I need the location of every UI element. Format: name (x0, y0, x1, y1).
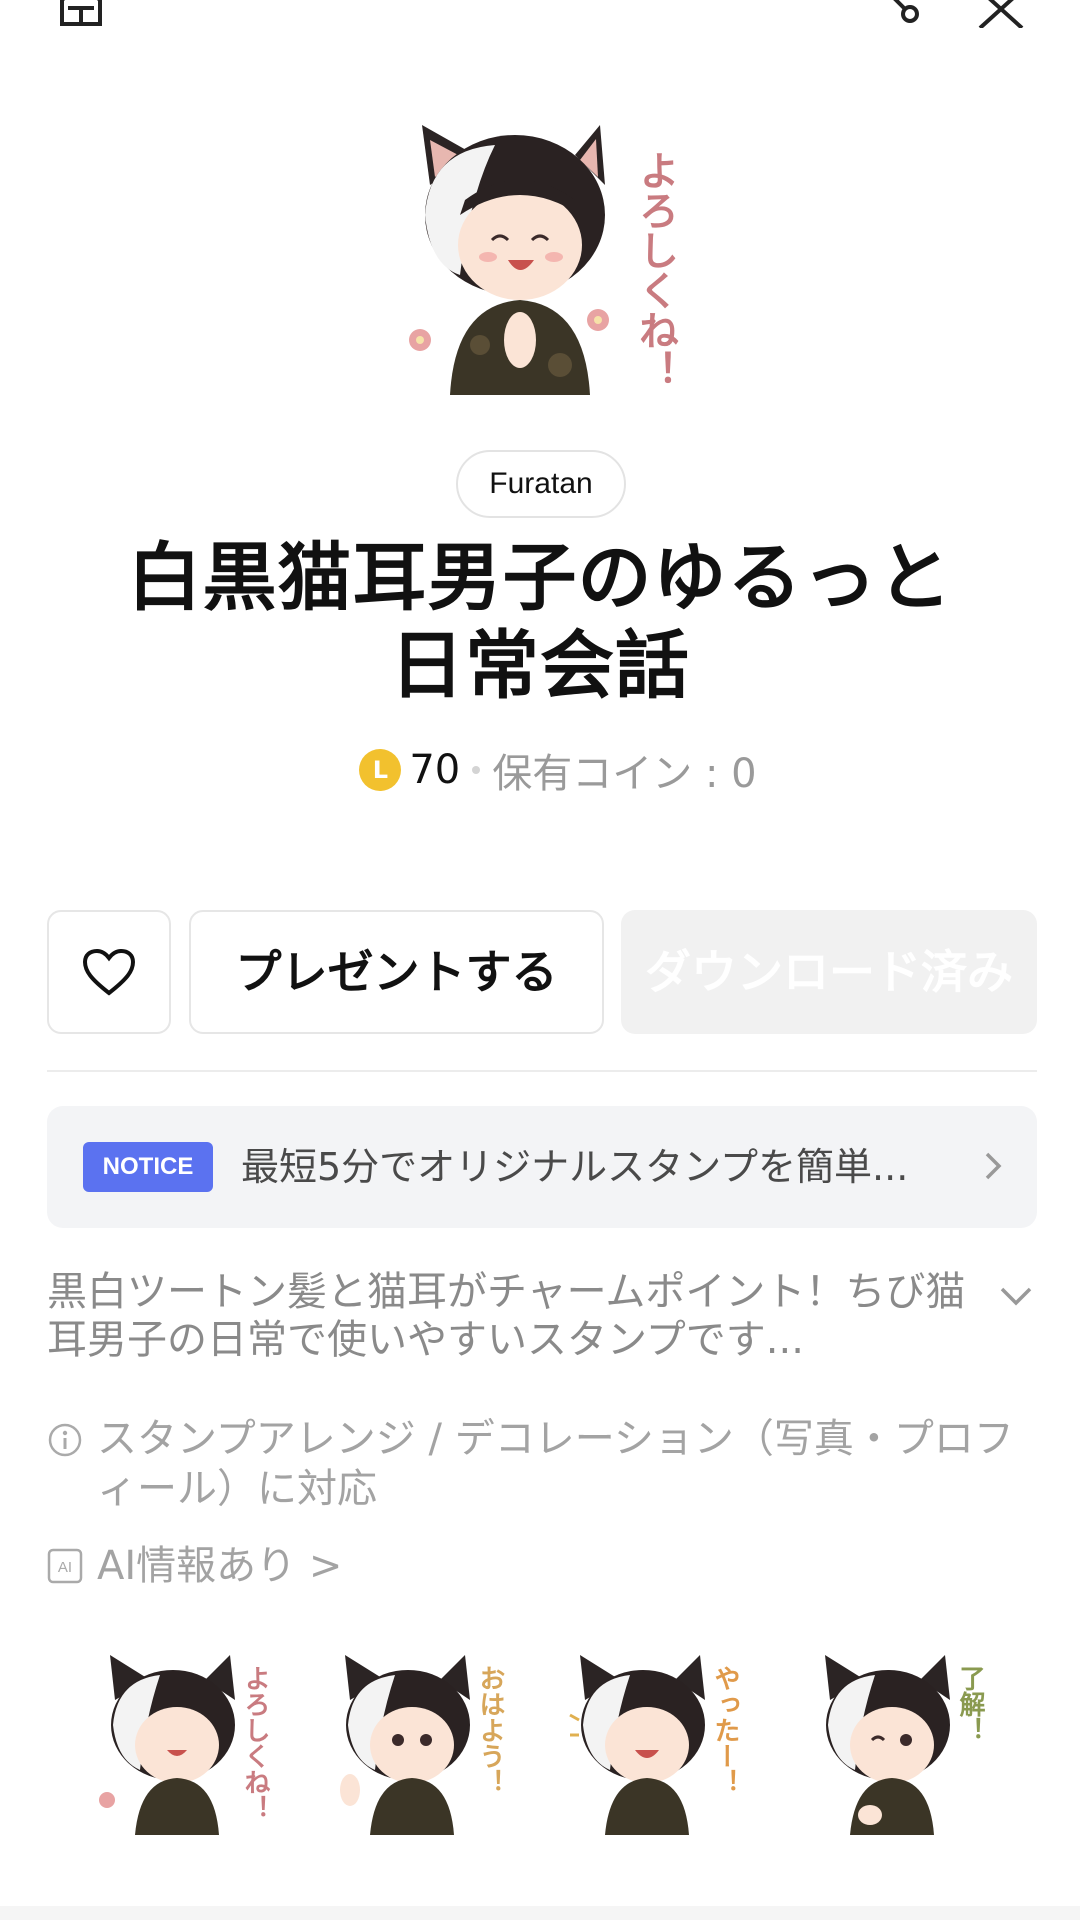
price-value: 70 (409, 747, 461, 793)
owned-coins: 保有コイン : 0 (492, 751, 757, 797)
arrange-info-text: スタンプアレンジ / デコレーション（写真・プロフィール）に対応 (97, 1416, 1014, 1512)
notice-badge: NOTICE (83, 1142, 213, 1192)
author-button[interactable]: Furatan (456, 450, 626, 518)
ai-info-link[interactable]: AI AI情報あり > (47, 1540, 647, 1592)
sticker-caption: よろしくね！ (240, 1665, 270, 1821)
download-button[interactable]: ダウンロード済み (621, 910, 1037, 1034)
action-buttons: プレゼントする ダウンロード済み (47, 910, 1037, 1034)
ai-icon: AI (47, 1548, 83, 1584)
sticker-caption: やったー！ (710, 1665, 740, 1795)
top-bar (0, 0, 1080, 60)
main-sticker-image: よろしくね！ (409, 125, 678, 395)
sticker-caption: 了解！ (955, 1665, 985, 1743)
main-sticker-caption: よろしくね！ (632, 150, 678, 390)
sticker-title: 白黒猫耳男子のゆるっと日常会話 (127, 535, 953, 709)
chevron-down-icon[interactable] (996, 1276, 1036, 1316)
ai-info-text: AI情報あり > (97, 1543, 343, 1589)
sticker-thumb[interactable]: よろしくね！ (95, 1640, 285, 1840)
separator-dot (472, 766, 481, 774)
sticker-description: 黒白ツートン髪と猫耳がチャームポイント！ちび猫耳男子の日常で使いやすいスタンプで… (47, 1269, 966, 1363)
ai-icon-label: AI (58, 1559, 72, 1576)
coin-icon: L (359, 749, 402, 791)
home-icon[interactable] (56, 0, 106, 28)
chevron-right-icon (985, 1152, 1002, 1180)
notice-banner[interactable]: NOTICE 最短5分でオリジナルスタンプを簡単... (47, 1106, 1037, 1228)
sticker-thumb[interactable]: おはよう！ (330, 1640, 520, 1840)
gift-button[interactable]: プレゼントする (189, 910, 604, 1034)
price-row: L 70 保有コイン : 0 (0, 740, 1080, 800)
sticker-caption: おはよう！ (475, 1665, 505, 1795)
notice-text: 最短5分でオリジナルスタンプを簡単... (241, 1145, 909, 1189)
like-button[interactable] (47, 910, 171, 1034)
close-icon[interactable] (976, 0, 1026, 28)
sticker-thumb[interactable]: やったー！ (565, 1640, 755, 1840)
divider (47, 1070, 1037, 1072)
bottom-edge (0, 1906, 1080, 1920)
share-icon[interactable] (880, 0, 930, 28)
sticker-preview-grid: よろしくね！ おはよう！ やったー！ 了解！ (0, 1640, 1080, 1850)
sticker-thumb[interactable]: 了解！ (810, 1640, 1000, 1840)
info-icon (48, 1423, 82, 1457)
sticker-detail-page: よろしくね！ Furatan 白黒猫耳男子のゆるっと日常会話 L 70 保有コイ… (0, 0, 1080, 1920)
heart-icon (82, 948, 136, 996)
